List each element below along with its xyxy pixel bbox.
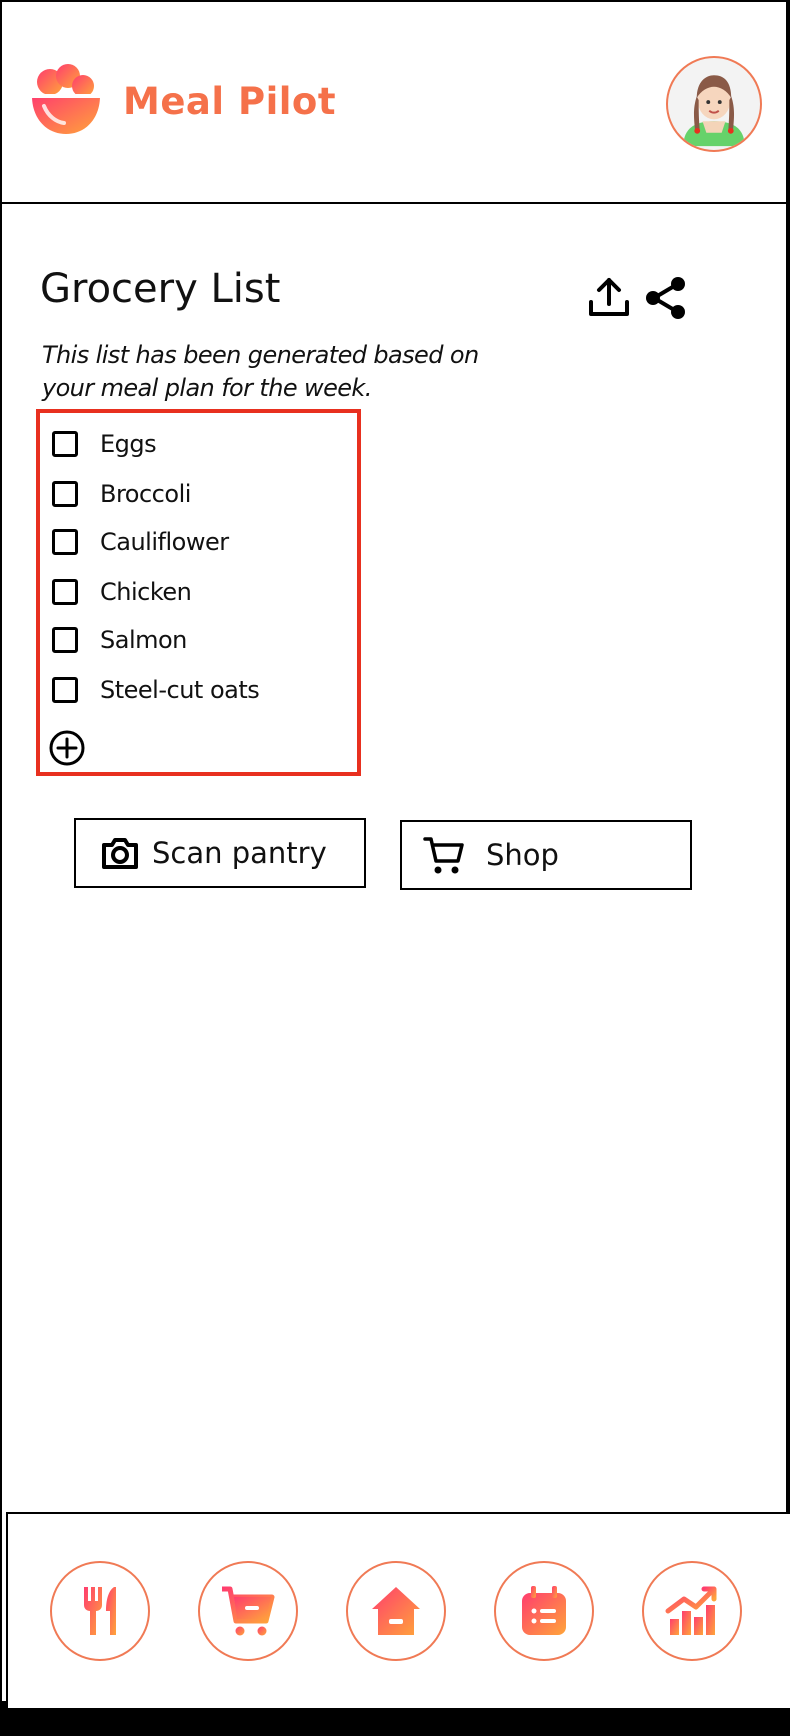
- list-item[interactable]: Cauliflower: [52, 525, 229, 559]
- scan-pantry-button[interactable]: Scan pantry: [74, 818, 366, 888]
- item-checkbox[interactable]: [52, 627, 78, 653]
- page-subtitle: This list has been generated based on yo…: [42, 341, 479, 402]
- calendar-list-icon: [522, 1586, 566, 1635]
- list-item[interactable]: Salmon: [52, 623, 187, 657]
- item-label: Steel-cut oats: [100, 676, 260, 704]
- scan-pantry-label: Scan pantry: [152, 836, 327, 870]
- salad-bowl-logo-icon: [32, 64, 100, 134]
- nav-progress[interactable]: [642, 1561, 742, 1661]
- home-icon: [372, 1587, 420, 1635]
- app-header: Meal Pilot: [2, 2, 790, 204]
- upload-icon: [589, 278, 629, 316]
- nav-meals[interactable]: [50, 1561, 150, 1661]
- cart-icon: [222, 1586, 275, 1636]
- list-item[interactable]: Broccoli: [52, 477, 191, 511]
- nav-plan[interactable]: [494, 1561, 594, 1661]
- app-title: Meal Pilot: [123, 80, 337, 123]
- item-label: Eggs: [100, 430, 157, 458]
- list-item[interactable]: Chicken: [52, 575, 192, 609]
- shop-label: Shop: [486, 838, 559, 872]
- cart-icon: [423, 837, 464, 874]
- user-avatar[interactable]: [666, 56, 762, 152]
- chart-icon: [665, 1586, 717, 1635]
- girl-avatar-icon: [683, 75, 745, 147]
- item-label: Salmon: [100, 626, 187, 654]
- item-checkbox[interactable]: [52, 431, 78, 457]
- grocery-list: Eggs Broccoli Cauliflower Chicken Salmon…: [36, 409, 361, 776]
- item-checkbox[interactable]: [52, 529, 78, 555]
- add-item-button[interactable]: [48, 729, 86, 767]
- export-button[interactable]: [585, 274, 633, 322]
- share-icon: [646, 277, 685, 319]
- item-label: Cauliflower: [100, 528, 229, 556]
- list-item[interactable]: Steel-cut oats: [52, 673, 260, 707]
- camera-icon: [102, 838, 138, 869]
- item-checkbox[interactable]: [52, 481, 78, 507]
- plus-circle-icon: [49, 730, 85, 766]
- share-button[interactable]: [642, 274, 690, 322]
- app-frame: Meal Pilot Grocery List This list has be…: [0, 0, 790, 1708]
- item-checkbox[interactable]: [52, 677, 78, 703]
- item-checkbox[interactable]: [52, 579, 78, 605]
- bottom-nav: [6, 1512, 790, 1708]
- page-title: Grocery List: [40, 266, 281, 312]
- item-label: Chicken: [100, 578, 192, 606]
- list-item[interactable]: Eggs: [52, 427, 157, 461]
- nav-home[interactable]: [346, 1561, 446, 1661]
- nav-shopping[interactable]: [198, 1561, 298, 1661]
- shop-button[interactable]: Shop: [400, 820, 692, 890]
- item-label: Broccoli: [100, 480, 191, 508]
- utensils-icon: [84, 1587, 116, 1635]
